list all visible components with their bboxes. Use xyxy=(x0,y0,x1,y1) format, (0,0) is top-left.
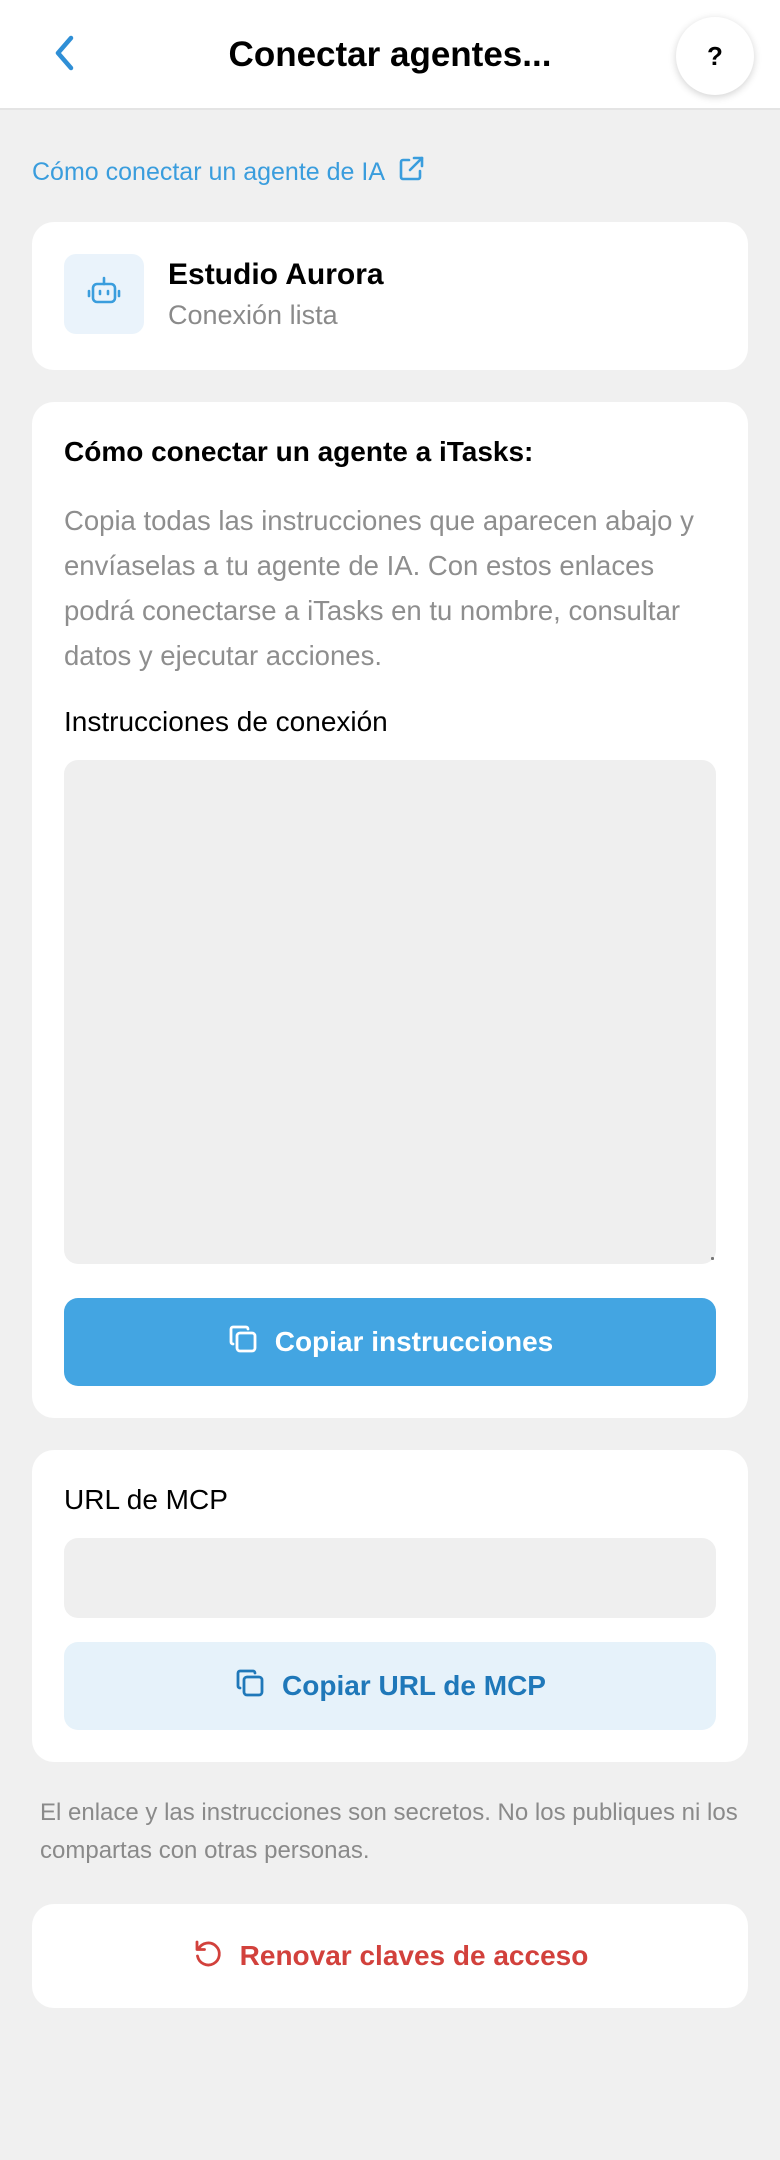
guide-link-label: Cómo conectar un agente de IA xyxy=(32,157,386,186)
instructions-description: Copia todas las instrucciones que aparec… xyxy=(64,505,694,671)
copy-mcp-url-button[interactable]: Copiar URL de MCP xyxy=(64,1642,716,1730)
secret-warning: El enlace y las instrucciones son secret… xyxy=(40,1799,738,1864)
instructions-title: Cómo conectar un agente a iTasks: xyxy=(64,436,534,467)
agent-card: Estudio Aurora Conexión lista xyxy=(32,222,748,370)
refresh-icon xyxy=(192,1937,224,1976)
copy-icon xyxy=(227,1323,259,1362)
copy-instructions-button[interactable]: Copiar instrucciones xyxy=(64,1298,716,1386)
mcp-card: URL de MCP Copiar URL de MCP xyxy=(32,1450,748,1762)
page-title: Conectar agentes... xyxy=(228,35,552,74)
connect-agents-screen: Conectar agentes... ? Cómo conectar un a… xyxy=(0,0,780,2160)
chevron-left-icon xyxy=(51,33,77,78)
connection-instructions-textarea[interactable] xyxy=(64,760,716,1264)
textarea-resize-handle[interactable] xyxy=(711,1257,714,1260)
renew-keys-button[interactable]: Renovar claves de acceso xyxy=(32,1904,748,2008)
mcp-url-label: URL de MCP xyxy=(64,1484,228,1515)
copy-mcp-url-label: Copiar URL de MCP xyxy=(282,1670,546,1701)
connection-status: Conexión lista xyxy=(168,300,338,330)
top-bar: Conectar agentes... ? xyxy=(0,0,780,110)
agent-avatar xyxy=(64,254,144,334)
copy-icon xyxy=(234,1667,266,1706)
renew-keys-label: Renovar claves de acceso xyxy=(239,1940,589,1971)
help-button[interactable]: ? xyxy=(676,17,754,95)
instructions-field-label: Instrucciones de conexión xyxy=(64,706,388,737)
mcp-url-field[interactable] xyxy=(64,1538,716,1618)
back-button[interactable] xyxy=(40,30,88,80)
copy-instructions-label: Copiar instrucciones xyxy=(274,1326,554,1357)
how-to-connect-link[interactable]: Cómo conectar un agente de IA xyxy=(32,154,425,190)
robot-icon xyxy=(86,274,122,315)
external-link-icon xyxy=(397,155,425,190)
agent-name: Estudio Aurora xyxy=(168,258,384,291)
instructions-card: Cómo conectar un agente a iTasks: Copia … xyxy=(32,402,748,1418)
